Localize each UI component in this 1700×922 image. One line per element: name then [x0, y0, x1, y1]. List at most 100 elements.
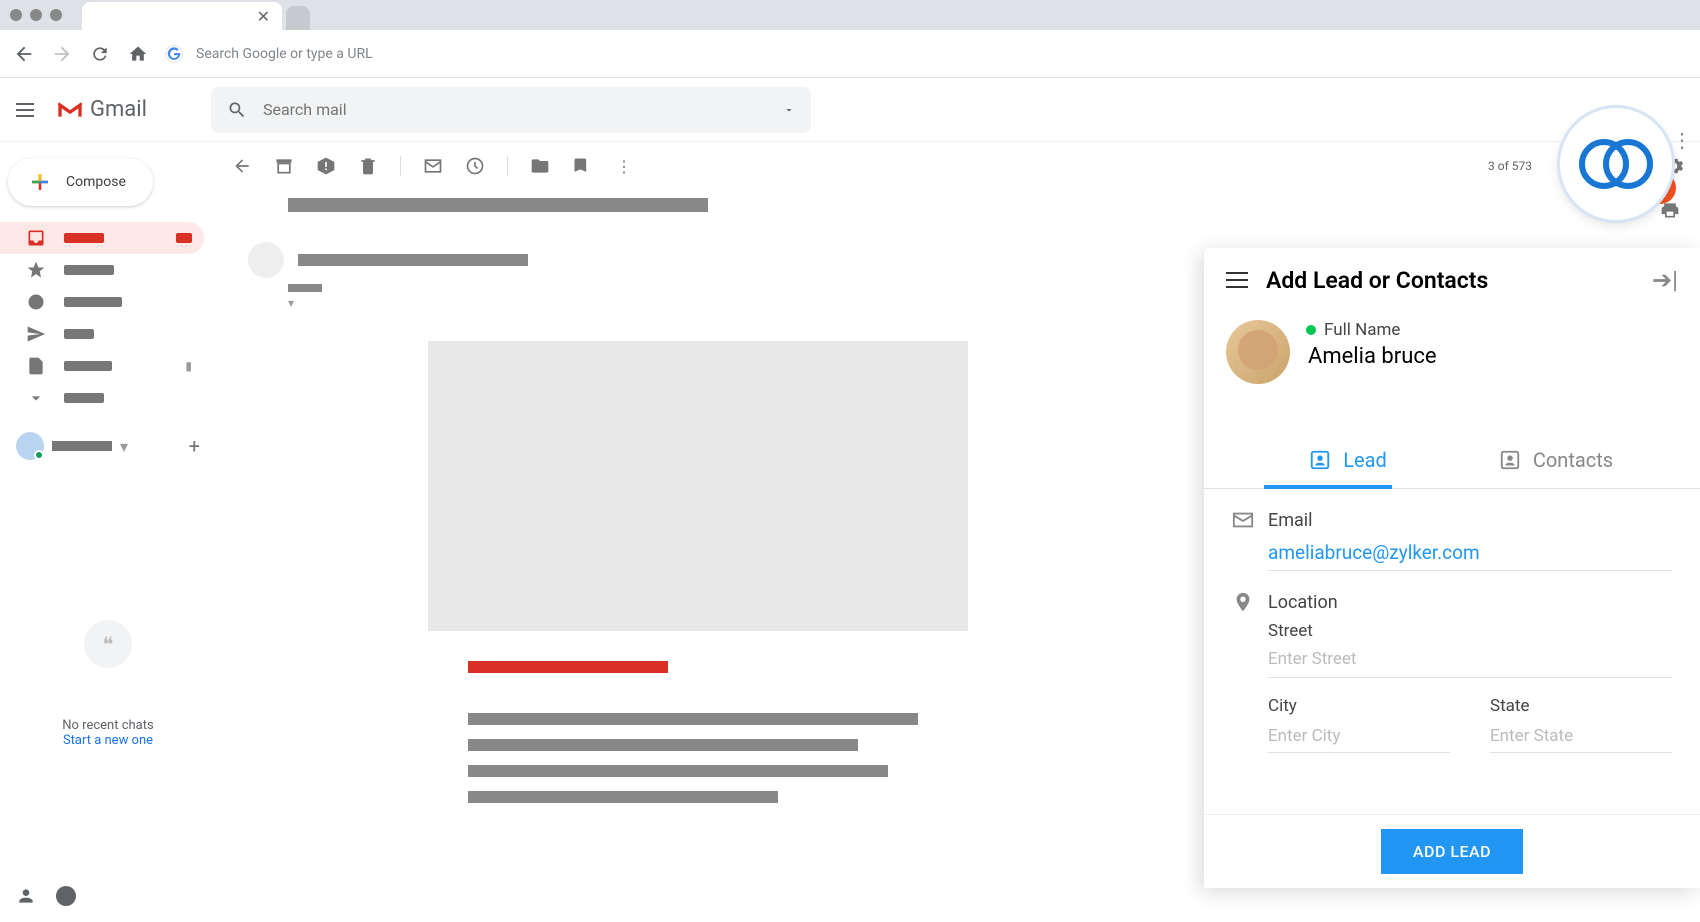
person-icon[interactable] — [16, 886, 36, 906]
archive-icon[interactable] — [274, 156, 294, 176]
city-label: City — [1268, 696, 1450, 716]
spam-icon[interactable] — [316, 156, 336, 176]
email-label: Email — [1268, 510, 1313, 531]
tab-contacts[interactable]: Contacts — [1452, 432, 1660, 488]
sidebar-snoozed[interactable] — [0, 286, 204, 318]
chat-avatar — [16, 432, 44, 460]
crm-contact-block: Full Name Amelia bruce — [1204, 312, 1700, 404]
chevron-down-icon — [26, 388, 46, 408]
back-icon[interactable] — [12, 42, 36, 66]
message-image-placeholder — [428, 341, 968, 631]
close-tab-icon[interactable]: ✕ — [257, 7, 270, 26]
back-to-inbox-icon[interactable] — [232, 156, 252, 176]
to-recipient[interactable] — [288, 284, 322, 292]
tab-bar: ✕ — [82, 0, 310, 30]
search-options-icon[interactable] — [783, 104, 795, 116]
url-bar: Search Google or type a URL — [0, 30, 1700, 78]
no-chats-text: No recent chats — [0, 718, 216, 733]
sidebar-sent[interactable] — [0, 318, 204, 350]
search-icon — [227, 100, 247, 120]
snooze-icon[interactable] — [465, 156, 485, 176]
sidebar-inbox[interactable] — [0, 222, 204, 254]
star-icon — [26, 260, 46, 280]
inbox-icon — [26, 228, 46, 248]
sidebar-drafts[interactable]: ▮ — [0, 350, 204, 382]
gmail-brand-text: Gmail — [90, 97, 147, 122]
sender-avatar[interactable] — [248, 242, 284, 278]
message-heading — [468, 661, 668, 673]
start-chat-link[interactable]: Start a new one — [0, 733, 216, 748]
forward-icon[interactable] — [50, 42, 74, 66]
pagination-text: 3 of 573 — [1488, 159, 1532, 173]
street-label: Street — [1268, 621, 1672, 641]
home-icon[interactable] — [126, 42, 150, 66]
more-actions-icon[interactable]: ⋮ — [614, 156, 634, 176]
browser-tab-active[interactable]: ✕ — [82, 2, 282, 30]
url-placeholder: Search Google or type a URL — [196, 46, 373, 62]
main-menu-icon[interactable] — [16, 98, 40, 122]
sender-name — [298, 254, 528, 266]
location-label: Location — [1268, 592, 1338, 613]
crm-menu-icon[interactable] — [1226, 272, 1248, 288]
delete-icon[interactable] — [358, 156, 378, 176]
crm-collapse-icon[interactable]: ➔| — [1652, 266, 1678, 294]
online-dot-icon — [1306, 325, 1316, 335]
compose-label: Compose — [66, 174, 126, 190]
sidebar-starred[interactable] — [0, 254, 204, 286]
city-input[interactable] — [1268, 720, 1450, 753]
compose-button[interactable]: Compose — [8, 158, 153, 206]
message-text-line — [468, 739, 858, 751]
search-mail-input[interactable] — [263, 100, 767, 119]
maximize-window-dot[interactable] — [50, 9, 62, 21]
send-icon — [26, 324, 46, 344]
sidebar-footer — [0, 878, 216, 914]
tab-contacts-label: Contacts — [1533, 448, 1613, 472]
gmail-sidebar: Compose ▮ — [0, 142, 216, 922]
gmail-m-icon — [56, 100, 84, 120]
labels-icon[interactable] — [572, 156, 592, 176]
tab-lead-label: Lead — [1343, 448, 1387, 472]
sidebar-more[interactable] — [0, 382, 204, 414]
street-input[interactable] — [1268, 641, 1672, 678]
email-field-group: Email ameliabruce@zylker.com — [1232, 509, 1672, 571]
plus-icon — [28, 170, 52, 194]
crm-footer: ADD LEAD — [1204, 814, 1700, 888]
location-icon — [1232, 591, 1254, 613]
mail-toolbar: ⋮ 3 of 573 ‹ › ⌨▾ — [232, 142, 1684, 190]
close-window-dot[interactable] — [10, 9, 22, 21]
crm-form: Email ameliabruce@zylker.com Location St… — [1204, 489, 1700, 793]
add-lead-button[interactable]: ADD LEAD — [1381, 829, 1523, 874]
clock-icon — [26, 292, 46, 312]
online-status-icon — [34, 450, 44, 460]
hangouts-footer-icon[interactable] — [56, 886, 76, 906]
reload-icon[interactable] — [88, 42, 112, 66]
contact-avatar[interactable] — [1226, 320, 1290, 384]
crm-header: Add Lead or Contacts ➔| — [1204, 248, 1700, 312]
chat-section: ▾ + — [0, 432, 216, 460]
chat-user-row[interactable]: ▾ + — [16, 432, 200, 460]
mark-unread-icon[interactable] — [423, 156, 443, 176]
crm-tabs: Lead Contacts — [1204, 432, 1700, 489]
crm-panel: Add Lead or Contacts ➔| Full Name Amelia… — [1204, 248, 1700, 888]
url-search-box[interactable]: Search Google or type a URL — [164, 44, 1688, 64]
draft-icon — [26, 356, 46, 376]
message-text-line — [468, 791, 778, 803]
gmail-logo[interactable]: Gmail — [56, 97, 147, 122]
google-icon — [164, 44, 184, 64]
minimize-window-dot[interactable] — [30, 9, 42, 21]
full-name-label: Full Name — [1324, 320, 1400, 340]
new-tab-button[interactable] — [286, 6, 310, 30]
print-icon[interactable] — [1660, 200, 1680, 224]
crm-extension-badge[interactable] — [1560, 108, 1672, 220]
gmail-header: Gmail — [0, 78, 1700, 142]
add-chat-icon[interactable]: + — [189, 434, 200, 458]
contacts-icon — [1499, 449, 1521, 471]
email-value[interactable]: ameliabruce@zylker.com — [1268, 535, 1672, 571]
search-mail-box[interactable] — [211, 87, 811, 133]
browser-more-icon[interactable]: ⋮ — [1672, 128, 1692, 152]
state-input[interactable] — [1490, 720, 1672, 753]
tab-lead[interactable]: Lead — [1244, 432, 1452, 488]
move-to-icon[interactable] — [530, 156, 550, 176]
crm-logo-icon — [1576, 135, 1656, 193]
email-icon — [1232, 509, 1254, 531]
